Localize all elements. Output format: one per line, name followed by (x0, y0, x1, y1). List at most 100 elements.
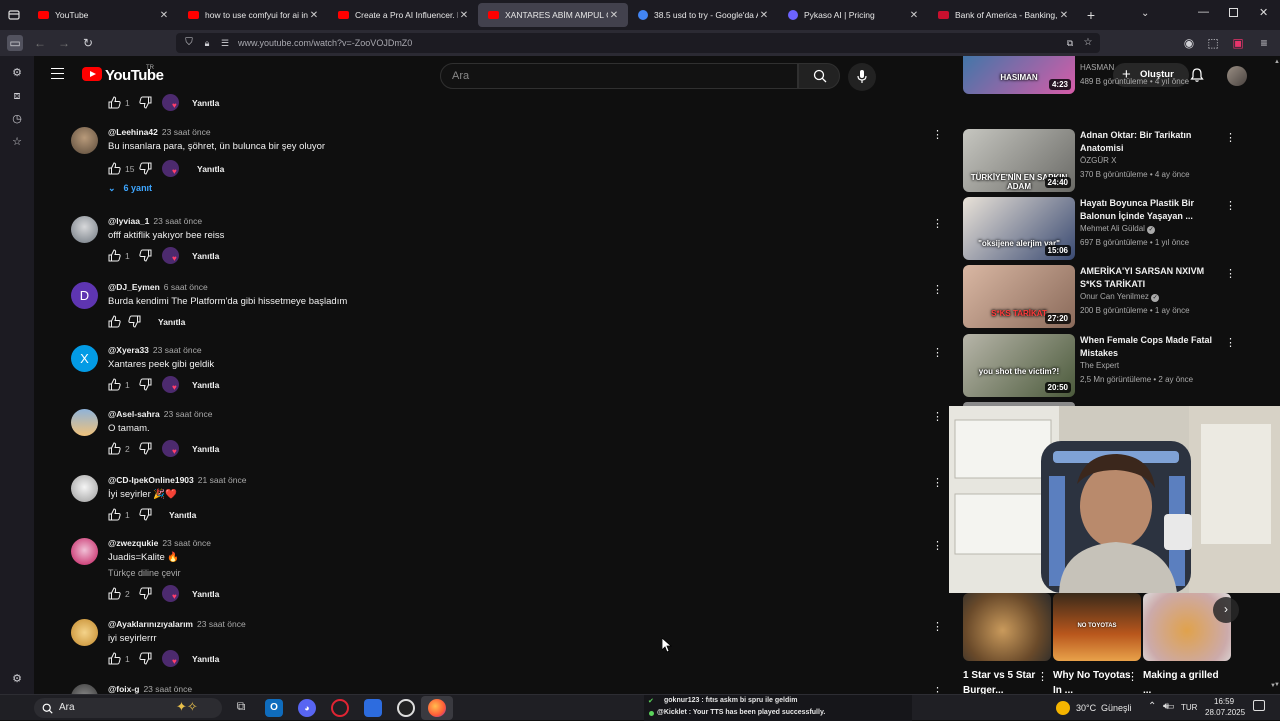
avatar[interactable] (71, 216, 98, 243)
weather-label[interactable]: Güneşli (1101, 703, 1132, 713)
new-tab-icon[interactable]: + (1078, 7, 1104, 23)
like-icon[interactable] (108, 315, 121, 328)
extensions-icon[interactable]: ⬚ (1205, 35, 1221, 51)
customize-sidebar-icon[interactable]: ⚙ (9, 671, 25, 687)
reply-button[interactable]: Yanıtla (192, 589, 219, 599)
short-more-icon[interactable]: ⋮ (1127, 670, 1138, 683)
avatar[interactable] (71, 475, 98, 502)
close-window-icon[interactable]: ✕ (1259, 6, 1268, 19)
search-input[interactable]: Ara (440, 63, 798, 89)
comment-timestamp[interactable]: 23 saat önce (162, 127, 211, 137)
notification-center-icon[interactable] (1253, 700, 1265, 711)
reload-icon[interactable]: ↻ (80, 35, 96, 51)
taskbar-search-input[interactable]: Ara ✦✧ (34, 698, 222, 718)
close-tab-icon[interactable]: ✕ (158, 10, 170, 21)
video-more-icon[interactable]: ⋮ (1225, 267, 1236, 280)
account-icon[interactable]: ◉ (1181, 35, 1197, 51)
close-tab-icon[interactable]: ✕ (308, 10, 320, 21)
comment-author-name[interactable]: @foix-g (108, 684, 139, 694)
close-tab-icon[interactable]: ✕ (458, 10, 470, 21)
like-icon[interactable] (108, 587, 121, 600)
obs-icon[interactable] (397, 699, 415, 717)
browser-tab[interactable]: Bank of America - Banking, Cre ✕ (928, 0, 1078, 30)
video-thumbnail[interactable]: HASIMAN 4:23 (963, 56, 1075, 94)
reply-button[interactable]: Yanıtla (192, 98, 219, 108)
reply-button[interactable]: Yanıtla (169, 510, 196, 520)
picture-in-picture-icon[interactable]: ⧉ (1062, 35, 1078, 51)
dislike-icon[interactable] (139, 652, 152, 665)
comment-more-icon[interactable]: ⋮ (932, 686, 943, 694)
youtube-logo-icon[interactable] (82, 67, 102, 81)
dislike-icon[interactable] (139, 587, 152, 600)
back-icon[interactable]: ← (32, 35, 48, 51)
channel-name[interactable]: HASMAN (1080, 63, 1114, 72)
close-tab-icon[interactable]: ✕ (908, 10, 920, 21)
shorts-next-button[interactable]: › (1213, 597, 1239, 623)
short-video[interactable]: NO TOYOTAS Why No Toyotas In ... ⋮ (1053, 593, 1141, 696)
like-icon[interactable] (108, 378, 121, 391)
comment-author-name[interactable]: @Xyera33 (108, 345, 149, 355)
comment-more-icon[interactable]: ⋮ (932, 477, 943, 489)
search-button[interactable] (798, 63, 840, 89)
url-bar[interactable]: ⛉ 🔒︎ ☰ www.youtube.com/watch?v=-ZooVOJDm… (176, 33, 1100, 53)
close-tab-icon[interactable]: ✕ (1058, 10, 1070, 21)
like-icon[interactable] (108, 162, 121, 175)
short-thumbnail[interactable]: NO TOYOTAS (1053, 593, 1141, 661)
channel-name[interactable]: Mehmet Ali Güldal ✓ (1080, 224, 1156, 234)
restore-window-icon[interactable] (1229, 8, 1238, 17)
video-title[interactable]: Adnan Oktar: Bir Tarikatın Anatomisi (1080, 129, 1220, 155)
avatar[interactable]: X (71, 345, 98, 372)
recommended-video[interactable]: "oksijene alerjim var" 15:06 Hayatı Boyunc… (963, 197, 1236, 261)
video-title[interactable]: Hayatı Boyunca Plastik Bir Balonun İçind… (1080, 197, 1220, 223)
opera-icon[interactable] (331, 699, 349, 717)
video-thumbnail[interactable]: TÜRKİYE'NİN EN SAPKIN ADAM 24:40 (963, 129, 1075, 192)
video-thumbnail[interactable]: you shot the victim?! 20:50 (963, 334, 1075, 397)
comment-author-name[interactable]: @Leehina42 (108, 127, 158, 137)
browser-tab[interactable]: Create a Pro AI Influencer. Easy ✕ (328, 0, 478, 30)
comment-more-icon[interactable]: ⋮ (932, 621, 943, 633)
comment-more-icon[interactable]: ⋮ (932, 284, 943, 296)
browser-tab-active[interactable]: XANTARES ABİM AMPUL GİBİ P ✕ (478, 3, 628, 27)
comment-more-icon[interactable]: ⋮ (932, 218, 943, 230)
close-tab-icon[interactable]: ✕ (608, 10, 620, 21)
browser-tab[interactable]: how to use comfyui for ai influ ✕ (178, 0, 328, 30)
recommended-video[interactable]: TÜRKİYE'NİN EN SAPKIN ADAM 24:40 Adnan Okt… (963, 129, 1236, 193)
synced-tabs-icon[interactable]: ⧈ (9, 88, 25, 104)
ai-chat-icon[interactable]: ⚙ (9, 65, 25, 81)
page-info-icon[interactable]: ☰ (217, 35, 233, 51)
like-icon[interactable] (108, 652, 121, 665)
comment-more-icon[interactable]: ⋮ (932, 347, 943, 359)
comment-author[interactable]: @foix-g 23 saat önce (108, 684, 192, 694)
show-replies-button[interactable]: ⌄ 6 yanıt (108, 183, 152, 194)
comment-author[interactable]: @DJ_Eymen 6 saat önce (108, 282, 208, 292)
dislike-icon[interactable] (128, 315, 141, 328)
channel-name[interactable]: ÖZGÜR X (1080, 156, 1116, 165)
bookmarks-icon[interactable]: ☆ (9, 134, 25, 150)
channel-name[interactable]: The Expert (1080, 361, 1119, 370)
weather-sun-icon[interactable] (1056, 701, 1070, 715)
avatar[interactable] (71, 619, 98, 646)
channel-name-text[interactable]: The Expert (1080, 361, 1119, 370)
comment-more-icon[interactable]: ⋮ (932, 129, 943, 141)
comment-timestamp[interactable]: 23 saat önce (143, 684, 192, 694)
youtube-logo-text[interactable]: YouTube (105, 67, 164, 84)
dislike-icon[interactable] (139, 378, 152, 391)
app-window-icon[interactable] (364, 699, 382, 717)
channel-name-text[interactable]: Onur Can Yenilmez (1080, 292, 1149, 301)
hamburger-menu-icon[interactable] (51, 68, 64, 79)
bookmark-star-icon[interactable]: ☆ (1080, 35, 1096, 51)
comment-author-name[interactable]: @zwezqukie (108, 538, 158, 548)
comment-author[interactable]: @Xyera33 23 saat önce (108, 345, 202, 355)
browser-tab[interactable]: 38.5 usd to try - Google'da Ara ✕ (628, 0, 778, 30)
channel-name[interactable]: Onur Can Yenilmez ✓ (1080, 292, 1160, 302)
recommended-video[interactable]: you shot the victim?! 20:50 When Female Co… (963, 334, 1236, 398)
avatar[interactable]: D (71, 282, 98, 309)
comment-timestamp[interactable]: 23 saat önce (164, 409, 213, 419)
short-thumbnail[interactable] (963, 593, 1051, 661)
avatar[interactable] (71, 538, 98, 565)
comment-timestamp[interactable]: 23 saat önce (197, 619, 246, 629)
channel-name-text[interactable]: ÖZGÜR X (1080, 156, 1116, 165)
comment-timestamp[interactable]: 23 saat önce (162, 538, 211, 548)
short-video[interactable]: 1 Star vs 5 Star Burger... ⋮ (963, 593, 1051, 696)
channel-name-text[interactable]: HASMAN (1080, 63, 1114, 72)
